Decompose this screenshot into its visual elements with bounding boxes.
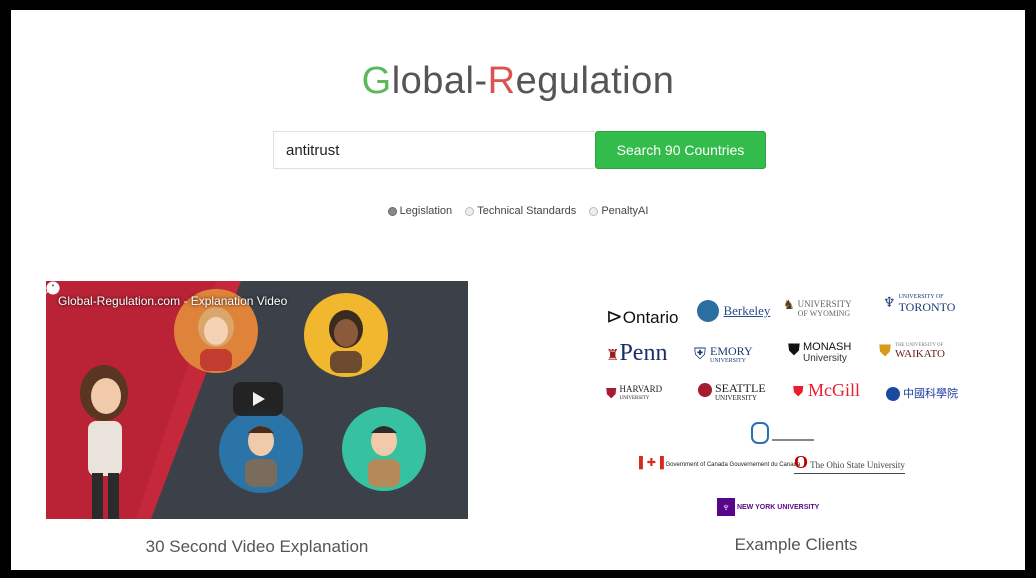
logo-letter-r: R xyxy=(487,60,516,102)
seattle-seal-icon xyxy=(698,383,712,397)
radio-unselected-icon[interactable] xyxy=(589,206,599,216)
video-caption: 30 Second Video Explanation xyxy=(145,537,369,556)
play-button[interactable] xyxy=(233,382,283,416)
berkeley-text: Berkeley xyxy=(723,303,771,318)
share-icon[interactable] xyxy=(46,281,60,295)
ohio-state-text: The Ohio State University xyxy=(810,460,905,470)
mcgill-text: McGill xyxy=(808,380,860,400)
radio-selected-icon[interactable] xyxy=(387,206,397,216)
canada-gov-en-text: Government of Canada xyxy=(665,462,728,468)
radio-penaltyai[interactable]: PenaltyAI xyxy=(589,205,648,217)
radio-technical-standards[interactable]: Technical Standards xyxy=(465,205,576,217)
chinese-academy-text: 中國科學院 xyxy=(903,388,959,400)
chinese-academy-logo: 中國科學院 xyxy=(886,385,959,402)
nyu-text: NEW YORK UNIVERSITY xyxy=(736,503,820,511)
canada-government-logo: ▌✚▐ Government of Canada Gouvernement du… xyxy=(639,456,800,469)
quebec-swirl-icon xyxy=(751,422,769,444)
ohio-state-block-o-icon: O xyxy=(794,452,809,472)
monash-sub-text: University xyxy=(803,353,847,364)
harvard-logo: ⛊ HARVARD UNIVERSITY xyxy=(606,385,662,403)
ohio-state-logo: O The Ohio State University xyxy=(794,452,905,474)
explanation-video[interactable]: Global-Regulation.com - Explanation Vide… xyxy=(46,281,468,519)
waikato-crest-icon: ⛊ xyxy=(879,343,892,360)
logo-letter-g: G xyxy=(361,60,392,102)
toronto-logo: ♆ UNIVERSITY OF TORONTO xyxy=(883,294,955,315)
quebec-ministry-logo xyxy=(751,422,814,449)
mcgill-logo: ⛊ McGill xyxy=(793,380,860,401)
mcgill-shield-icon: ⛊ xyxy=(793,385,804,400)
monash-logo: ⛊ MONASH University xyxy=(788,341,852,365)
seattle-logo: SEATTLE UNIVERSITY xyxy=(698,381,766,403)
penn-logo: ♜Penn xyxy=(606,340,667,367)
logo-text-1: lobal- xyxy=(391,60,488,102)
emory-shield-icon: ⛨ xyxy=(694,346,707,363)
page-frame: Global-Regulation Search 90 Countries Le… xyxy=(11,10,1025,570)
radio-label: PenaltyAI xyxy=(601,205,649,217)
waikato-logo: ⛊ THE UNIVERSITY OF WAIKATO xyxy=(879,343,945,361)
toronto-text: TORONTO xyxy=(898,300,956,314)
emory-text: EMORY xyxy=(710,344,753,358)
harvard-text: HARVARD xyxy=(619,384,663,394)
canada-flag-icon: ▌✚▐ xyxy=(639,457,664,469)
radio-legislation[interactable]: Legislation xyxy=(387,205,453,217)
wyoming-top-text: UNIVERSITY xyxy=(797,299,852,309)
harvard-shield-icon: ⛊ xyxy=(606,387,617,402)
emory-logo: ⛨ EMORY UNIVERSITY xyxy=(694,344,753,366)
berkeley-seal-icon xyxy=(697,300,719,322)
radio-label: Legislation xyxy=(399,205,453,217)
nyu-logo: ♆ NEW YORK UNIVERSITY xyxy=(717,498,819,516)
search-type-options: Legislation Technical Standards PenaltyA… xyxy=(11,205,1025,219)
chinese-academy-seal-icon xyxy=(886,387,900,402)
monash-text: MONASH xyxy=(803,341,852,353)
site-logo[interactable]: Global-Regulation xyxy=(11,60,1025,103)
nyu-torch-icon: ♆ xyxy=(717,498,735,516)
toronto-crest-icon: ♆ xyxy=(883,296,896,311)
example-clients-logos: ⊳Ontario Berkeley ♞ UNIVERSITY OF WYOMING … xyxy=(596,288,996,528)
radio-unselected-icon[interactable] xyxy=(465,206,475,216)
logo-text-2: egulation xyxy=(515,60,675,102)
waikato-text: WAIKATO xyxy=(895,348,945,360)
harvard-sub-text: UNIVERSITY xyxy=(619,396,650,401)
ontario-text: Ontario xyxy=(622,308,679,327)
play-icon xyxy=(253,392,265,406)
woman-avatar-dark xyxy=(329,310,363,373)
video-title[interactable]: Global-Regulation.com - Explanation Vide… xyxy=(58,294,287,308)
bucking-horse-icon: ♞ xyxy=(783,297,795,312)
clients-caption: Example Clients xyxy=(734,535,858,554)
canada-gov-fr-text: Gouvernement du Canada xyxy=(729,462,801,468)
search-button[interactable]: Search 90 Countries xyxy=(595,131,766,169)
monash-shield-icon: ⛊ xyxy=(788,342,801,359)
wyoming-logo: ♞ UNIVERSITY OF WYOMING xyxy=(783,297,852,318)
wyoming-text: OF WYOMING xyxy=(797,309,851,318)
berkeley-logo: Berkeley xyxy=(697,300,770,322)
ontario-logo: ⊳Ontario xyxy=(606,306,679,328)
radio-label: Technical Standards xyxy=(477,205,577,217)
penn-text: Penn xyxy=(619,340,668,366)
woman-avatar-blonde xyxy=(198,307,234,371)
penn-shield-icon: ♜ xyxy=(606,348,620,364)
search-input[interactable] xyxy=(273,131,595,169)
seattle-text: SEATTLE xyxy=(715,381,766,395)
